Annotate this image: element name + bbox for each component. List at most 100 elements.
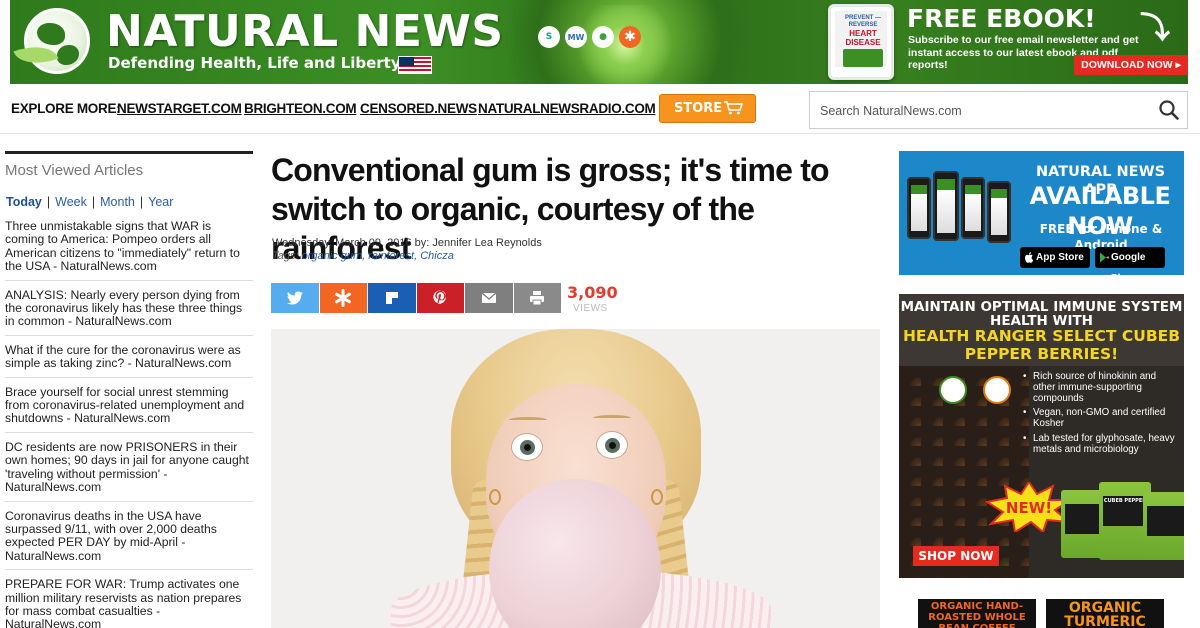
phone-image xyxy=(907,177,931,239)
hero-eyebrow xyxy=(593,415,631,421)
hero-eye xyxy=(511,433,543,461)
asterisk-icon[interactable]: ✱ xyxy=(619,26,641,48)
share-buttons xyxy=(271,283,561,313)
hero-eyebrow xyxy=(509,417,547,423)
tag-link[interactable]: rainforest xyxy=(368,250,414,262)
pinterest-icon xyxy=(433,290,447,304)
tab-today[interactable]: Today xyxy=(6,195,42,209)
coffee-ad-label: ORGANIC HAND-ROASTED WHOLE BEAN COFFEE xyxy=(928,601,1026,628)
mw-icon[interactable]: MW xyxy=(565,26,587,48)
print-button[interactable] xyxy=(513,283,561,313)
ebook-cover-image xyxy=(843,49,883,67)
page-root: NATURAL NEWS Defending Health, Life and … xyxy=(0,0,1200,628)
views-label: VIEWS xyxy=(573,303,608,314)
app-store-badge[interactable]: App Store xyxy=(1020,247,1090,268)
cubeb-ad-header: MAINTAIN OPTIMAL IMMUNE SYSTEM HEALTH WI… xyxy=(899,294,1184,366)
pouch-label: CUBEB PEPPER xyxy=(1103,496,1147,526)
ebook-tablet-image[interactable]: PREVENT — REVERSE HEART DISEASE xyxy=(828,4,894,80)
tag-link[interactable]: organic gum xyxy=(302,250,363,262)
list-item[interactable]: Brace yourself for social unrest stemmin… xyxy=(5,385,253,433)
list-item[interactable]: Coronavirus deaths in the USA have surpa… xyxy=(5,509,253,571)
shopping-cart-icon xyxy=(724,101,744,115)
certification-badge-icon xyxy=(939,376,967,404)
article-byline: Wednesday, March 09, 2016 by: Jennifer L… xyxy=(272,237,542,249)
phone-image xyxy=(933,171,959,241)
twitter-share-button[interactable] xyxy=(271,283,319,313)
banner-social-icons: S MW ● ✱ xyxy=(538,26,641,48)
tablet-screen: PREVENT — REVERSE HEART DISEASE xyxy=(835,11,887,67)
site-tagline: Defending Health, Life and Liberty xyxy=(108,54,401,72)
app-ad[interactable]: NATURAL NEWS APP AVAILABLE NOW FREE for … xyxy=(899,151,1184,275)
site-title[interactable]: NATURAL NEWS xyxy=(106,6,504,58)
list-item[interactable]: DC residents are now PRISONERS in their … xyxy=(5,440,253,502)
asterisk-share-button[interactable] xyxy=(319,283,367,313)
google-play-label: Google Play xyxy=(1111,252,1146,275)
cubeb-ad-headline: HEALTH RANGER SELECT CUBEB PEPPER BERRIE… xyxy=(902,327,1181,363)
tab-separator: | xyxy=(46,195,51,209)
flipboard-share-button[interactable] xyxy=(368,283,416,313)
nav-link-newstarget[interactable]: NEWSTARGET.COM xyxy=(117,101,242,116)
twitter-icon xyxy=(286,291,303,305)
ebook-cover-title: HEART DISEASE xyxy=(845,29,881,47)
google-play-badge[interactable]: Google Play xyxy=(1095,247,1165,275)
pinterest-share-button[interactable] xyxy=(416,283,464,313)
curved-arrow-icon: ⤵ xyxy=(1140,11,1170,46)
phone-screen xyxy=(937,179,955,233)
shop-now-button[interactable]: SHOP NOW xyxy=(913,546,999,566)
cubeb-ad-intro: MAINTAIN OPTIMAL IMMUNE SYSTEM HEALTH WI… xyxy=(900,299,1183,329)
list-item[interactable]: ANALYSIS: Nearly every person dying from… xyxy=(5,288,253,336)
tag-link[interactable]: Chicza xyxy=(420,250,454,262)
new-badge: NEW! xyxy=(985,482,1073,532)
tab-week[interactable]: Week xyxy=(55,195,87,209)
period-tabs: Today | Week | Month | Year xyxy=(6,195,173,209)
nav-link-censored-news[interactable]: CENSORED.NEWS xyxy=(360,101,477,116)
app-store-label: App Store xyxy=(1036,252,1084,263)
site-banner[interactable]: NATURAL NEWS Defending Health, Life and … xyxy=(10,0,1188,84)
phone-screen xyxy=(911,185,927,231)
search-input[interactable] xyxy=(820,101,1140,121)
site-logo-globe-icon[interactable] xyxy=(24,8,90,74)
social-site-icon[interactable]: S xyxy=(538,26,560,48)
apple-icon xyxy=(1025,252,1034,263)
turmeric-ad[interactable]: ORGANIC TURMERIC xyxy=(1046,599,1164,628)
benefit-item: Vegan, non-GMO and certified Kosher xyxy=(1023,408,1181,430)
most-viewed-list: Three unmistakable signs that WAR is com… xyxy=(5,219,253,628)
product-pouch-image xyxy=(1143,492,1184,560)
tab-separator: | xyxy=(91,195,96,209)
tags-label: Tags: xyxy=(272,250,299,262)
explore-nav-bar: EXPLORE MORE: NEWSTARGET.COM BRIGHTEON.C… xyxy=(0,86,1200,134)
list-item[interactable]: PREPARE FOR WAR: Trump activates one mil… xyxy=(5,577,253,628)
search-icon[interactable] xyxy=(1158,99,1180,121)
explore-more-label: EXPLORE MORE: xyxy=(11,101,121,116)
turmeric-ad-label: ORGANIC TURMERIC xyxy=(1064,600,1146,628)
pouch-label-text: CUBEB PEPPER xyxy=(1103,498,1147,504)
views-count: 3,090 xyxy=(567,283,618,302)
store-button[interactable]: STORE xyxy=(659,94,756,123)
cubeb-pepper-ad[interactable]: MAINTAIN OPTIMAL IMMUNE SYSTEM HEALTH WI… xyxy=(899,294,1184,578)
tab-year[interactable]: Year xyxy=(148,195,173,209)
printer-icon xyxy=(530,291,545,306)
hero-pupil xyxy=(605,438,620,453)
social-site-icon[interactable]: ● xyxy=(592,26,614,48)
search-box[interactable] xyxy=(809,91,1188,129)
google-play-icon xyxy=(1100,252,1109,263)
article-hero-image xyxy=(271,329,880,628)
phone-screen xyxy=(965,185,981,231)
flag-canton xyxy=(399,57,414,66)
nav-link-brighteon[interactable]: BRIGHTEON.COM xyxy=(244,101,357,116)
ebook-cover-subtitle: PREVENT — REVERSE xyxy=(844,15,881,28)
download-now-button[interactable]: DOWNLOAD NOW ▸ xyxy=(1074,55,1188,75)
flipboard-icon xyxy=(385,292,398,304)
envelope-icon xyxy=(481,292,497,303)
certification-badge-icon xyxy=(983,376,1011,404)
article-tags: Tags: organic gum, rainforest, Chicza xyxy=(272,250,454,262)
email-share-button[interactable] xyxy=(465,283,513,313)
list-item[interactable]: What if the cure for the coronavirus wer… xyxy=(5,343,253,378)
tab-month[interactable]: Month xyxy=(100,195,135,209)
coffee-ad[interactable]: ORGANIC HAND-ROASTED WHOLE BEAN COFFEE xyxy=(918,599,1036,628)
hero-eye xyxy=(596,431,628,459)
list-item[interactable]: Three unmistakable signs that WAR is com… xyxy=(5,219,253,281)
new-badge-label: NEW! xyxy=(1006,499,1052,517)
sidebar-title: Most Viewed Articles xyxy=(5,162,144,179)
nav-link-naturalnewsradio[interactable]: NATURALNEWSRADIO.COM xyxy=(478,101,656,116)
